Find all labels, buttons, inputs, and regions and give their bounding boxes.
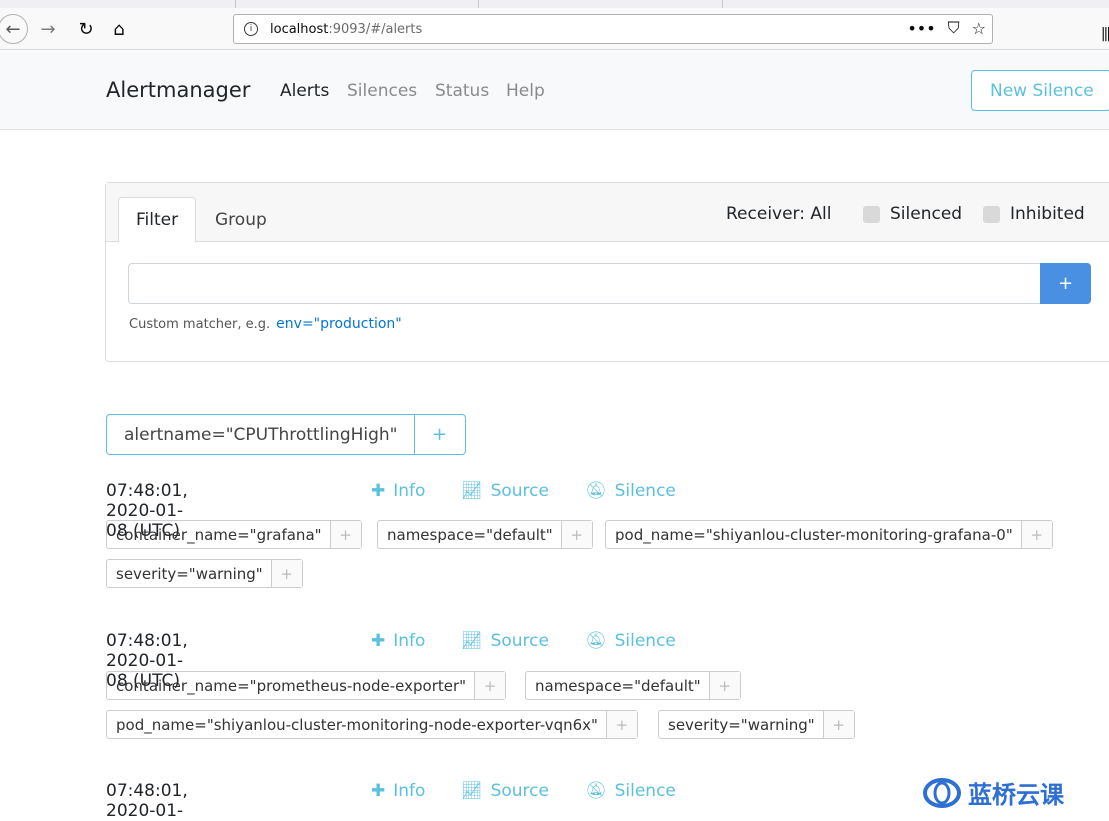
label-add-button[interactable]: +: [1021, 521, 1052, 548]
chart-line-icon: 📈︎: [461, 481, 483, 501]
reload-icon[interactable]: ↻: [72, 15, 100, 43]
info-icon[interactable]: i: [244, 22, 258, 36]
label-text[interactable]: container_name="prometheus-node-exporter…: [107, 672, 476, 699]
filter-input[interactable]: [128, 263, 1041, 304]
home-icon[interactable]: ⌂: [105, 15, 133, 43]
library-icon[interactable]: |||: [1101, 26, 1109, 42]
nav-alerts[interactable]: Alerts: [280, 81, 329, 101]
label-chip[interactable]: pod_name="shiyanlou-cluster-monitoring-g…: [605, 520, 1053, 549]
label-text[interactable]: severity="warning": [659, 711, 824, 738]
source-label: Source: [490, 781, 549, 801]
silenced-label: Silenced: [890, 204, 963, 224]
pocket-icon[interactable]: ⛉: [948, 18, 960, 38]
url-text[interactable]: localhost:9093/#/alerts: [270, 22, 422, 37]
label-text[interactable]: namespace="default": [526, 672, 710, 699]
info-button[interactable]: ✚ Info: [371, 781, 425, 801]
nav-status[interactable]: Status: [435, 81, 489, 101]
info-label: Info: [393, 631, 426, 651]
silenced-checkbox[interactable]: Silenced: [863, 204, 962, 224]
hint-text: Custom matcher, e.g.: [129, 317, 271, 332]
bell-slash-icon: 🔕︎: [585, 781, 607, 801]
source-button[interactable]: 📈︎ Source: [461, 631, 549, 651]
inhibited-label: Inhibited: [1010, 204, 1085, 224]
label-add-button[interactable]: +: [330, 521, 361, 548]
group-label[interactable]: alertname="CPUThrottlingHigh": [107, 415, 415, 454]
app-navbar: Alertmanager Alerts Silences Status Help…: [0, 51, 1109, 130]
silence-label: Silence: [614, 781, 676, 801]
filter-card: Filter Group Receiver: All Silenced Inhi…: [105, 182, 1109, 362]
bell-slash-icon: 🔕︎: [585, 481, 607, 501]
browser-tab-strip: [0, 0, 1109, 8]
bell-slash-icon: 🔕︎: [585, 631, 607, 651]
silence-label: Silence: [614, 631, 676, 651]
silence-button[interactable]: 🔕︎ Silence: [585, 781, 676, 801]
silence-label: Silence: [614, 481, 676, 501]
tab-divider: [478, 0, 479, 8]
bookmark-star-icon[interactable]: ☆: [972, 19, 986, 38]
info-label: Info: [393, 781, 426, 801]
source-button[interactable]: 📈︎ Source: [461, 481, 549, 501]
tab-divider: [722, 0, 723, 8]
label-add-button[interactable]: +: [271, 560, 302, 587]
nav-help[interactable]: Help: [506, 81, 545, 101]
label-text[interactable]: pod_name="shiyanlou-cluster-monitoring-g…: [606, 521, 1022, 548]
info-button[interactable]: ✚ Info: [371, 631, 425, 651]
source-label: Source: [490, 631, 549, 651]
label-add-button[interactable]: +: [475, 672, 506, 699]
checkbox-box[interactable]: [863, 205, 880, 223]
tab-group[interactable]: Group: [198, 197, 284, 243]
info-label: Info: [393, 481, 426, 501]
alert-time: 07:48:01, 2020-01-08 (UTC): [106, 781, 188, 821]
nav-silences[interactable]: Silences: [347, 81, 417, 101]
filter-card-header: Filter Group Receiver: All Silenced Inhi…: [106, 183, 1109, 243]
label-text[interactable]: container_name="grafana": [107, 521, 331, 548]
forward-icon[interactable]: →: [34, 15, 62, 43]
tab-divider: [235, 0, 236, 8]
info-button[interactable]: ✚ Info: [371, 481, 425, 501]
label-add-button[interactable]: +: [606, 711, 637, 738]
source-button[interactable]: 📈︎ Source: [461, 781, 549, 801]
label-chip[interactable]: severity="warning" +: [106, 559, 303, 588]
label-chip[interactable]: severity="warning" +: [658, 710, 855, 739]
chart-line-icon: 📈︎: [461, 631, 483, 651]
checkbox-box[interactable]: [983, 205, 1000, 223]
label-chip[interactable]: container_name="grafana" +: [106, 520, 362, 549]
plus-icon: ✚: [371, 481, 386, 501]
source-label: Source: [490, 481, 549, 501]
label-chip[interactable]: pod_name="shiyanlou-cluster-monitoring-n…: [106, 710, 638, 739]
label-add-button[interactable]: +: [709, 672, 740, 699]
label-chip[interactable]: namespace="default" +: [377, 520, 593, 549]
label-chip[interactable]: container_name="prometheus-node-exporter…: [106, 671, 507, 700]
inhibited-checkbox[interactable]: Inhibited: [983, 204, 1085, 224]
label-text[interactable]: pod_name="shiyanlou-cluster-monitoring-n…: [107, 711, 607, 738]
add-filter-button[interactable]: +: [1040, 263, 1091, 304]
label-add-button[interactable]: +: [561, 521, 592, 548]
label-chip[interactable]: namespace="default" +: [525, 671, 741, 700]
browser-toolbar: ← → ↻ ⌂ i localhost:9093/#/alerts ••• ⛉ …: [0, 8, 1109, 50]
silence-button[interactable]: 🔕︎ Silence: [585, 631, 676, 651]
hint-example: env="production": [276, 316, 402, 332]
filter-hint: Custom matcher, e.g. env="production": [129, 316, 402, 332]
label-add-button[interactable]: +: [823, 711, 854, 738]
plus-icon: ✚: [371, 781, 386, 801]
plus-icon: ✚: [371, 631, 386, 651]
watermark: 蓝桥云课: [922, 775, 1064, 810]
new-silence-button[interactable]: New Silence: [971, 70, 1109, 111]
silence-button[interactable]: 🔕︎ Silence: [585, 481, 676, 501]
back-icon[interactable]: ←: [0, 14, 28, 44]
watermark-text: 蓝桥云课: [968, 781, 1064, 809]
watermark-logo: [922, 777, 962, 809]
url-bar[interactable]: i localhost:9093/#/alerts ••• ⛉ ☆: [233, 14, 993, 44]
receiver-select[interactable]: Receiver: All: [726, 204, 831, 224]
more-actions-icon[interactable]: •••: [907, 19, 935, 38]
brand-title[interactable]: Alertmanager: [106, 78, 250, 102]
chart-line-icon: 📈︎: [461, 781, 483, 801]
group-add-button[interactable]: +: [415, 415, 465, 454]
label-text[interactable]: namespace="default": [378, 521, 562, 548]
tab-filter[interactable]: Filter: [118, 197, 197, 243]
alert-group-button[interactable]: alertname="CPUThrottlingHigh" +: [106, 414, 466, 455]
label-text[interactable]: severity="warning": [107, 560, 272, 587]
